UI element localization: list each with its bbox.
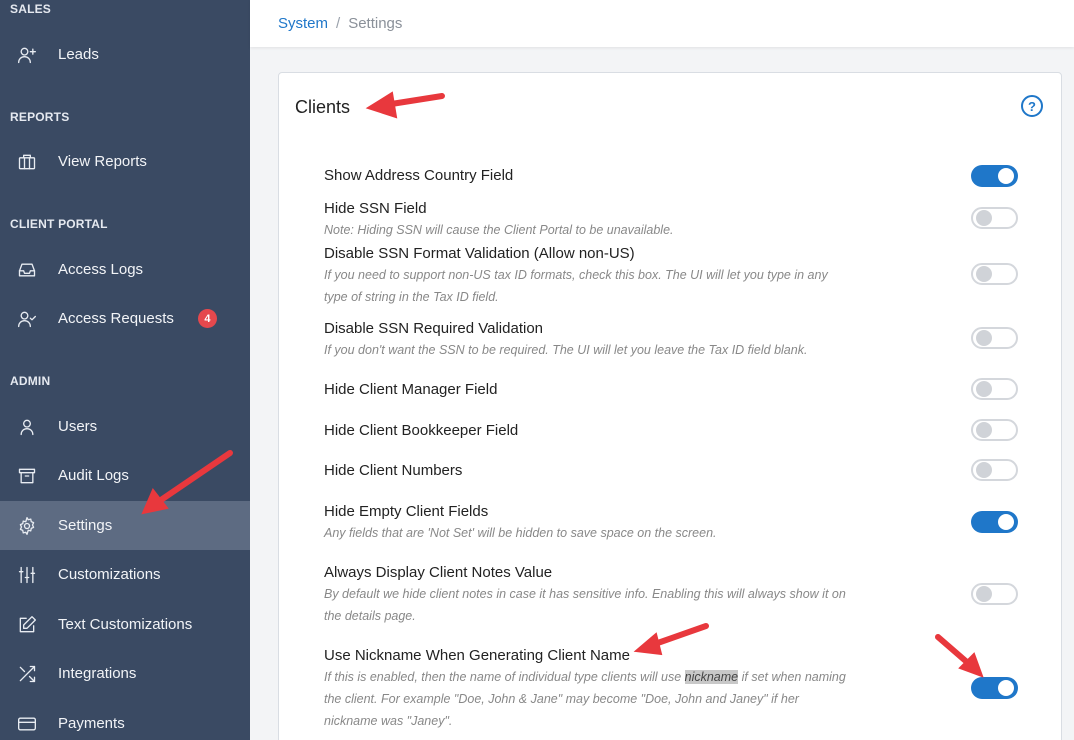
setting-label: Always Display Client Notes Value [324, 564, 553, 581]
toggle-hide-empty-client-fields[interactable] [971, 511, 1018, 533]
sidebar-item-text-customizations[interactable]: Text Customizations [0, 600, 250, 649]
setting-label: Hide Client Manager Field [324, 381, 498, 398]
breadcrumb-separator: / [336, 15, 341, 32]
toggle-disable-ssn-required[interactable] [971, 327, 1018, 349]
setting-disable-ssn-required: Disable SSN Required Validation If you d… [324, 319, 1024, 361]
sidebar-item-integrations[interactable]: Integrations [0, 649, 250, 698]
setting-note: If you don't want the SSN to be required… [324, 343, 808, 357]
user-icon [16, 416, 38, 438]
toggle-hide-client-bookkeeper[interactable] [971, 419, 1018, 441]
user-plus-icon [16, 44, 38, 66]
sidebar: SALES Leads REPORTS View Reports CLIENT … [0, 0, 250, 740]
briefcase-icon [16, 151, 38, 173]
card-title: Clients [295, 97, 351, 117]
toggle-knob [976, 422, 992, 438]
sidebar-item-label: Payments [58, 715, 125, 732]
setting-hide-ssn: Hide SSN Field Note: Hiding SSN will cau… [324, 199, 1024, 241]
highlighted-term: nickname [684, 670, 739, 684]
setting-label: Hide Client Numbers [324, 462, 463, 479]
toggle-knob [976, 586, 992, 602]
sidebar-item-access-logs[interactable]: Access Logs [0, 245, 250, 294]
edit-icon [16, 614, 38, 636]
gear-icon [16, 515, 38, 537]
toggle-show-address-country[interactable] [971, 165, 1018, 187]
sidebar-item-label: Integrations [58, 665, 137, 682]
toggle-always-display-notes[interactable] [971, 583, 1018, 605]
setting-hide-client-numbers: Hide Client Numbers [324, 461, 1024, 481]
sidebar-item-leads[interactable]: Leads [0, 30, 250, 79]
setting-use-nickname: Use Nickname When Generating Client Name… [324, 646, 1024, 732]
setting-note: Note: Hiding SSN will cause the Client P… [324, 223, 674, 237]
setting-label: Hide Empty Client Fields [324, 503, 489, 520]
setting-note: Any fields that are 'Not Set' will be hi… [324, 526, 717, 540]
notification-badge: 4 [197, 309, 217, 328]
toggle-knob [976, 381, 992, 397]
setting-hide-client-manager: Hide Client Manager Field [324, 380, 1024, 400]
breadcrumb-current: Settings [348, 15, 403, 32]
breadcrumb: System / Settings [250, 0, 1074, 47]
shuffle-icon [16, 663, 38, 685]
toggle-disable-ssn-format[interactable] [971, 263, 1018, 285]
toggle-knob [976, 210, 992, 226]
setting-label: Show Address Country Field [324, 167, 514, 184]
sidebar-item-label: Customizations [58, 566, 161, 583]
sidebar-item-payments[interactable]: Payments [0, 699, 250, 740]
toggle-knob [998, 680, 1014, 696]
toggle-hide-ssn[interactable] [971, 207, 1018, 229]
sidebar-item-view-reports[interactable]: View Reports [0, 137, 250, 186]
sidebar-item-access-requests[interactable]: Access Requests 4 [0, 294, 250, 343]
setting-label: Hide Client Bookkeeper Field [324, 422, 519, 439]
sidebar-item-audit-logs[interactable]: Audit Logs [0, 451, 250, 500]
sidebar-item-label: Text Customizations [58, 616, 193, 633]
setting-label: Hide SSN Field [324, 200, 427, 217]
toggle-knob [976, 330, 992, 346]
user-check-icon [16, 308, 38, 330]
sidebar-item-label: Users [58, 418, 98, 435]
help-icon[interactable]: ? [1021, 95, 1043, 117]
credit-card-icon [16, 713, 38, 735]
setting-always-display-notes: Always Display Client Notes Value By def… [324, 563, 1024, 627]
setting-hide-empty-client-fields: Hide Empty Client Fields Any fields that… [324, 502, 1024, 544]
sidebar-item-label: Settings [58, 517, 113, 534]
inbox-icon [16, 259, 38, 281]
sidebar-item-label: Access Requests [58, 310, 174, 327]
archive-icon [16, 465, 38, 487]
sidebar-item-label: Audit Logs [58, 467, 129, 484]
toggle-knob [998, 168, 1014, 184]
setting-hide-client-bookkeeper: Hide Client Bookkeeper Field [324, 421, 1024, 441]
toggle-hide-client-numbers[interactable] [971, 459, 1018, 481]
toggle-hide-client-manager[interactable] [971, 378, 1018, 400]
section-title-admin: ADMIN [10, 374, 51, 388]
setting-note: If this is enabled, then the name of ind… [324, 666, 849, 732]
sidebar-item-users[interactable]: Users [0, 402, 250, 451]
setting-show-address-country: Show Address Country Field [324, 166, 1024, 186]
sidebar-item-label: Access Logs [58, 261, 144, 278]
breadcrumb-system-link[interactable]: System [278, 15, 328, 32]
clients-settings-card: Clients ? Show Address Country Field Hid… [278, 72, 1062, 740]
sidebar-item-settings[interactable]: Settings [0, 501, 250, 550]
sidebar-item-customizations[interactable]: Customizations [0, 550, 250, 599]
setting-disable-ssn-format: Disable SSN Format Validation (Allow non… [324, 244, 1024, 308]
sliders-icon [16, 564, 38, 586]
section-title-reports: REPORTS [10, 110, 70, 124]
note-text: If this is enabled, then the name of ind… [324, 670, 685, 684]
setting-label: Disable SSN Format Validation (Allow non… [324, 245, 635, 262]
toggle-knob [998, 514, 1014, 530]
setting-note: By default we hide client notes in case … [324, 587, 846, 623]
sidebar-item-label: View Reports [58, 153, 147, 170]
section-title-sales: SALES [10, 2, 52, 16]
toggle-knob [976, 266, 992, 282]
section-title-client-portal: CLIENT PORTAL [10, 217, 108, 231]
toggle-knob [976, 462, 992, 478]
setting-note: If you need to support non-US tax ID for… [324, 268, 828, 304]
sidebar-item-label: Leads [58, 46, 99, 63]
toggle-use-nickname[interactable] [971, 677, 1018, 699]
setting-label: Use Nickname When Generating Client Name [324, 647, 630, 664]
setting-label: Disable SSN Required Validation [324, 320, 544, 337]
